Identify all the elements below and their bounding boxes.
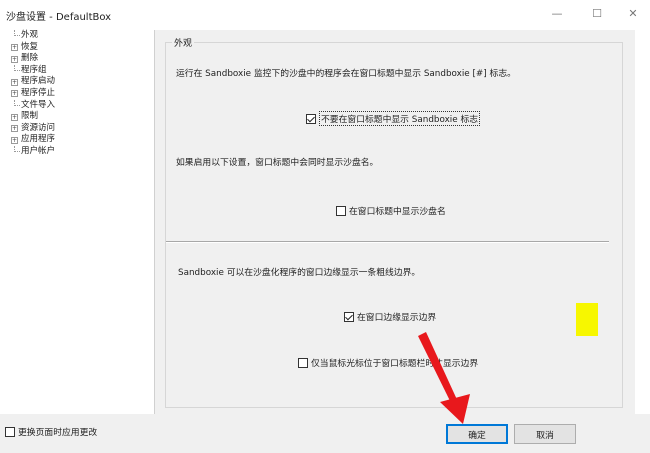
highlight-marker [576,303,598,336]
border-on-hover-checkbox[interactable]: 仅当鼠标光标位于窗口标题栏时才显示边界 [298,356,478,369]
tree-item-program-stop[interactable]: + 程序停止 [3,88,153,100]
settings-panel: 外观 运行在 Sandboxie 监控下的沙盘中的程序会在窗口标题中显示 San… [154,30,635,414]
expand-plus-icon[interactable]: + [11,55,18,63]
border-text: Sandboxie 可以在沙盘化程序的窗口边缘显示一条粗线边界。 [178,268,421,278]
checkbox-label: 仅当鼠标光标位于窗口标题栏时才显示边界 [311,359,479,369]
tree-item-appearance[interactable]: 外观 [3,30,153,42]
tree-item-file-migration[interactable]: 文件导入 [3,99,153,112]
window-title: 沙盘设置 - DefaultBox [6,12,112,23]
title-bar: 沙盘设置 - DefaultBox — ☐ ✕ [0,0,650,28]
expand-plus-icon[interactable]: + [11,125,18,133]
tree-item-delete[interactable]: + 删除 [3,53,153,65]
tree-item-recovery[interactable]: + 恢复 [3,42,153,54]
maximize-button[interactable]: ☐ [580,0,614,26]
checkbox-label: 在窗口标题中显示沙盘名 [349,207,446,217]
close-icon: ✕ [628,6,638,20]
maximize-icon: ☐ [592,6,602,20]
group-title: 外观 [172,36,195,49]
expand-plus-icon[interactable]: + [11,90,18,98]
cancel-button[interactable]: 取消 [514,424,576,444]
tree-item-restrictions[interactable]: + 限制 [3,111,153,123]
expand-plus-icon[interactable]: + [11,44,18,52]
minimize-button[interactable]: — [540,0,574,26]
tree-item-user-accounts[interactable]: 用户帐户 [3,145,153,158]
show-border-checkbox[interactable]: 在窗口边缘显示边界 [344,310,436,323]
checkbox-label: 更换页面时应用更改 [18,428,98,438]
expand-plus-icon[interactable]: + [11,78,18,86]
checkbox-checked-icon[interactable] [306,113,316,124]
settings-tree: 外观 + 恢复 + 删除 程序组 + 程序启动 + 程序停止 文件导入 + 限制 + 资源访… [3,30,153,414]
checkbox-label: 不要在窗口标题中显示 Sandboxie 标志 [319,111,481,126]
expand-plus-icon[interactable]: + [11,136,18,144]
tree-item-program-groups[interactable]: 程序组 [3,64,153,77]
close-button[interactable]: ✕ [616,0,650,26]
tree-branch-line [14,99,20,106]
expand-plus-icon[interactable]: + [11,113,18,121]
ok-button[interactable]: 确定 [446,424,508,444]
tree-branch-line [14,30,20,36]
checkbox-unchecked-icon[interactable] [298,357,308,368]
show-box-name-checkbox[interactable]: 在窗口标题中显示沙盘名 [336,204,446,217]
tree-branch-line [14,64,20,71]
tree-item-program-start[interactable]: + 程序启动 [3,76,153,88]
hide-indicator-checkbox[interactable]: 不要在窗口标题中显示 Sandboxie 标志 [306,111,481,126]
checkbox-checked-icon[interactable] [344,311,354,322]
intro-text: 运行在 Sandboxie 监控下的沙盘中的程序会在窗口标题中显示 Sandbo… [176,69,516,79]
name-text: 如果启用以下设置，窗口标题中会同时显示沙盘名。 [176,158,379,168]
section-divider [166,241,609,243]
tree-branch-line [14,145,20,152]
checkbox-unchecked-icon[interactable] [5,426,15,437]
appearance-group: 外观 运行在 Sandboxie 监控下的沙盘中的程序会在窗口标题中显示 San… [165,36,623,408]
apply-on-switch-checkbox[interactable]: 更换页面时应用更改 [5,425,97,438]
tree-item-resource-access[interactable]: + 资源访问 [3,123,153,135]
tree-item-applications[interactable]: + 应用程序 [3,134,153,146]
minimize-icon: — [551,6,563,20]
checkbox-label: 在窗口边缘显示边界 [357,313,437,323]
checkbox-unchecked-icon[interactable] [336,205,346,216]
